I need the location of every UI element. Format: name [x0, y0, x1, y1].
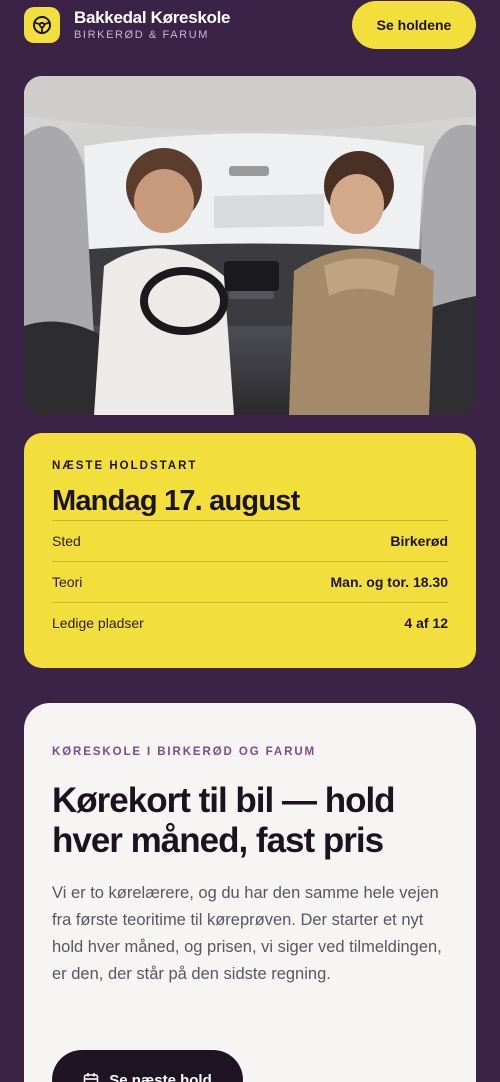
- info-row-label: Ledige pladser: [52, 615, 144, 631]
- steering-wheel-icon: [33, 16, 51, 34]
- info-row-value: 4 af 12: [404, 615, 448, 631]
- page-title: Kørekort til bil — hold hver måned, fast…: [52, 781, 396, 860]
- see-next-course-button[interactable]: Se næste hold: [52, 1050, 243, 1082]
- site-header: Bakkedal Køreskole BIRKERØD & FARUM Se h…: [0, 0, 500, 50]
- logo[interactable]: [24, 7, 60, 43]
- info-row-label: Teori: [52, 574, 83, 590]
- see-next-course-label: Se næste hold: [109, 1071, 212, 1082]
- intro-eyebrow: KØRESKOLE I BIRKERØD OG FARUM: [52, 746, 317, 758]
- info-row-seats: Ledige pladser 4 af 12: [52, 602, 448, 643]
- info-row-value: Man. og tor. 18.30: [330, 574, 448, 590]
- info-row-value: Birkerød: [390, 533, 448, 549]
- next-course-card: NÆSTE HOLDSTART Mandag 17. august Sted B…: [24, 433, 476, 668]
- info-row-theory: Teori Man. og tor. 18.30: [52, 561, 448, 602]
- calendar-icon: [83, 1073, 99, 1082]
- intro-body: Vi er to kørelærere, og du har den samme…: [52, 884, 442, 983]
- next-course-date: Mandag 17. august: [52, 485, 300, 517]
- hero-image: [24, 76, 476, 415]
- next-course-eyebrow: NÆSTE HOLDSTART: [52, 460, 198, 472]
- info-row-label: Sted: [52, 533, 81, 549]
- intro-card: KØRESKOLE I BIRKERØD OG FARUM Kørekort t…: [24, 703, 476, 1082]
- info-row-location: Sted Birkerød: [52, 520, 448, 561]
- see-courses-button[interactable]: Se holdene: [352, 1, 476, 49]
- brand-name[interactable]: Bakkedal Køreskole: [74, 8, 230, 28]
- brand-subtitle: BIRKERØD & FARUM: [74, 29, 210, 41]
